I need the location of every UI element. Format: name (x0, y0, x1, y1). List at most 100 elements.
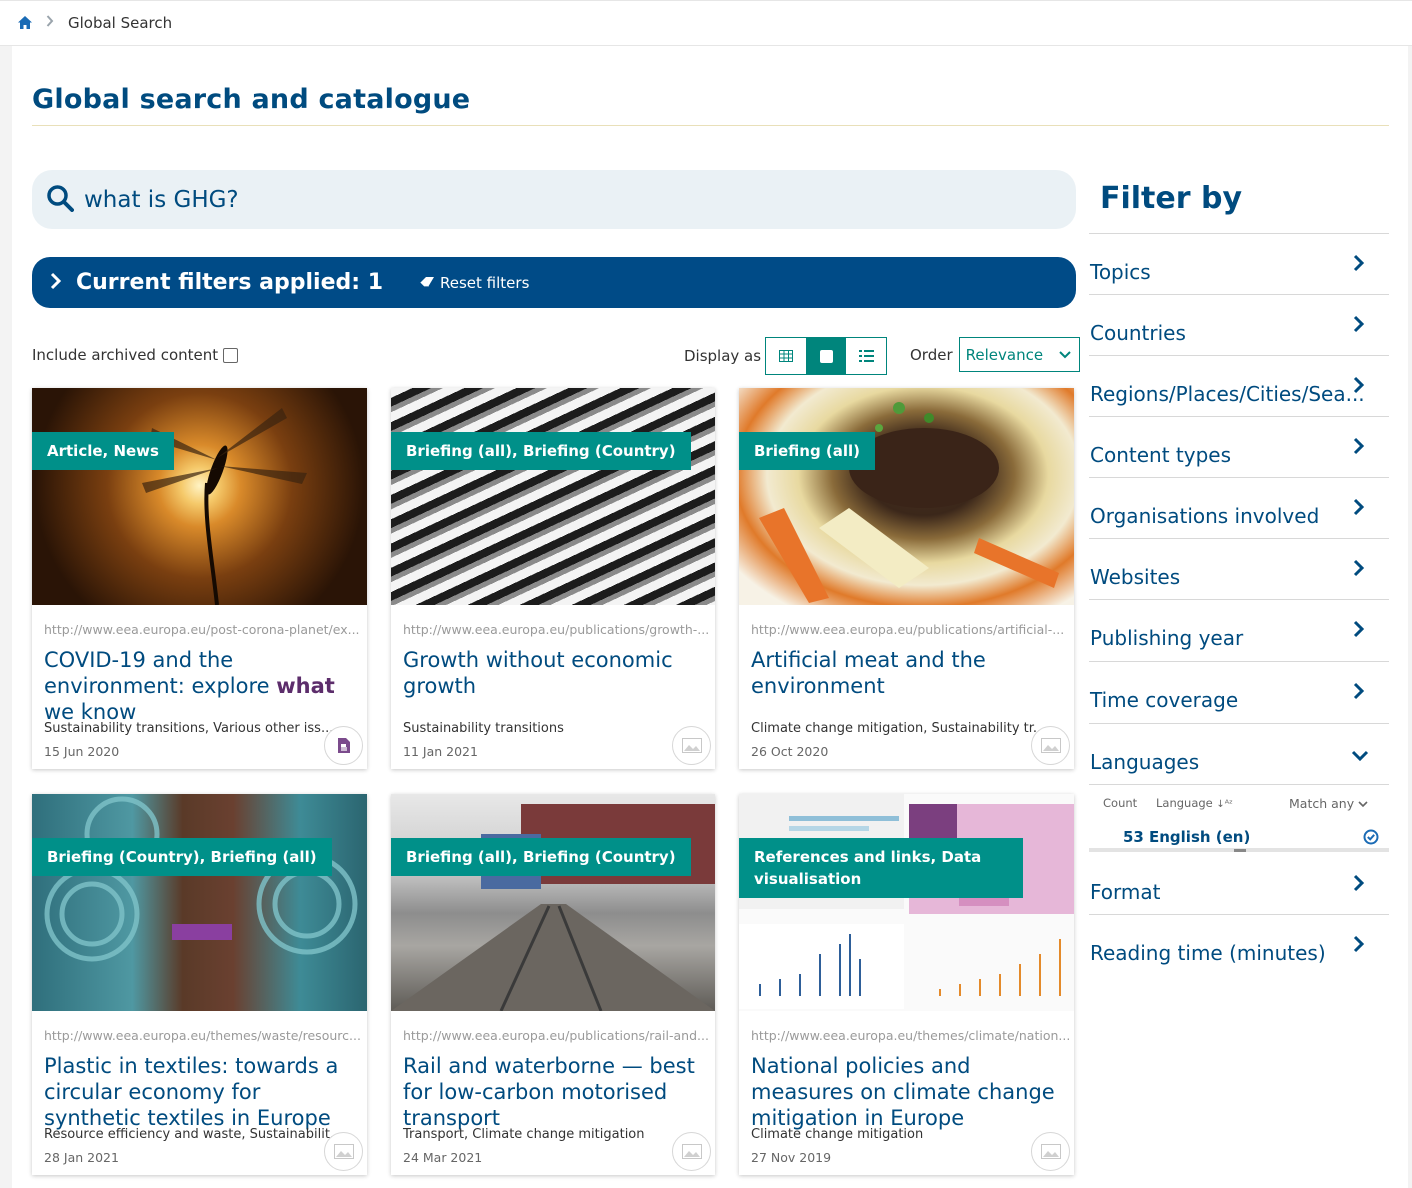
chevron-down-icon (1351, 750, 1369, 762)
title-divider (32, 125, 1389, 126)
result-card[interactable]: Briefing (all), Briefing (Country) http:… (391, 388, 715, 769)
facet-label: Countries (1090, 321, 1186, 345)
card-url: http://www.eea.europa.eu/publications/ra… (403, 1028, 709, 1043)
order-select[interactable]: Relevance (958, 337, 1080, 372)
image-icon (672, 1132, 711, 1171)
search-icon[interactable] (46, 184, 74, 216)
count-header[interactable]: Count (1103, 796, 1137, 810)
card-title[interactable]: Growth without economic growth (403, 647, 703, 699)
facet-label: Publishing year (1090, 626, 1244, 650)
card-url: http://www.eea.europa.eu/publications/gr… (403, 622, 710, 637)
order-value: Relevance (965, 345, 1044, 364)
result-card[interactable]: Briefing (Country), Briefing (all) http:… (32, 794, 367, 1175)
content-type-tag: References and links, Data visualisation (739, 838, 1023, 898)
language-count: 53 (1123, 828, 1144, 846)
facet-format[interactable]: Format (1089, 854, 1389, 915)
chevron-right-icon (1353, 874, 1365, 892)
facet-reading-time[interactable]: Reading time (minutes) (1089, 914, 1389, 974)
match-any-select[interactable]: Match any (1289, 796, 1368, 811)
card-topics: Sustainability transitions (403, 721, 564, 736)
facet-content-types[interactable]: Content types (1089, 416, 1389, 477)
chevron-down-icon (1358, 801, 1368, 808)
chevron-right-icon (1353, 559, 1365, 577)
table-icon (779, 350, 794, 362)
image-icon (672, 726, 711, 765)
image-icon (324, 1132, 363, 1171)
card-title[interactable]: COVID-19 and the environment: explore wh… (44, 647, 359, 725)
card-url: http://www.eea.europa.eu/themes/climate/… (751, 1028, 1071, 1043)
search-query[interactable]: what is GHG? (84, 187, 239, 213)
facet-regions[interactable]: Regions/Places/Cities/Sea... (1089, 355, 1389, 416)
card-title[interactable]: Plastic in textiles: towards a circular … (44, 1053, 359, 1131)
facet-topics[interactable]: Topics (1089, 233, 1389, 294)
sort-icon: ↓ᴬᶻ (1216, 799, 1233, 810)
facet-publishing-year[interactable]: Publishing year (1089, 599, 1389, 660)
page-title: Global search and catalogue (32, 84, 471, 115)
facet-label: Regions/Places/Cities/Sea... (1090, 382, 1365, 406)
facet-label: Content types (1090, 443, 1231, 467)
order-control: Order Relevance (910, 337, 1080, 372)
chevron-right-icon (1353, 437, 1365, 455)
card-image (391, 794, 715, 1012)
image-icon (1031, 726, 1070, 765)
language-header[interactable]: Language ↓ᴬᶻ (1156, 796, 1233, 810)
facet-websites[interactable]: Websites (1089, 538, 1389, 599)
card-title[interactable]: National policies and measures on climat… (751, 1053, 1066, 1131)
language-option-english[interactable]: English (en) (1149, 828, 1250, 846)
home-icon[interactable] (18, 14, 32, 33)
facet-organisations[interactable]: Organisations involved (1089, 477, 1389, 538)
breadcrumb-current: Global Search (68, 14, 173, 32)
facet-label: Format (1090, 880, 1161, 904)
facet-countries[interactable]: Countries (1089, 294, 1389, 355)
content-type-tag: Briefing (Country), Briefing (all) (32, 838, 332, 876)
card-view-button[interactable] (806, 338, 847, 374)
card-date: 15 Jun 2020 (44, 744, 120, 759)
facet-label: Languages (1090, 750, 1200, 774)
list-view-button[interactable] (846, 338, 886, 374)
chevron-right-icon (1353, 254, 1365, 272)
result-card[interactable]: References and links, Data visualisation… (739, 794, 1074, 1175)
scroll-handle[interactable] (1234, 849, 1246, 852)
check-circle-icon[interactable] (1363, 829, 1379, 845)
card-title[interactable]: Artificial meat and the environment (751, 647, 1051, 699)
include-archived-checkbox[interactable] (223, 347, 239, 363)
chevron-right-icon[interactable] (50, 272, 62, 294)
include-archived-label: Include archived content (32, 346, 219, 364)
card-date: 26 Oct 2020 (751, 744, 829, 759)
card-image (32, 388, 367, 606)
content-type-tag: Article, News (32, 432, 174, 470)
result-card[interactable]: Briefing (all) http://www.eea.europa.eu/… (739, 388, 1074, 769)
facet-label: Reading time (minutes) (1090, 941, 1326, 965)
include-archived[interactable]: Include archived content (32, 346, 239, 364)
card-image (391, 388, 715, 605)
languages-divider (1089, 784, 1389, 785)
content-type-tag: Briefing (all), Briefing (Country) (391, 432, 691, 470)
facet-time-coverage[interactable]: Time coverage (1089, 661, 1389, 722)
breadcrumb: Global Search (0, 0, 1412, 46)
card-date: 24 Mar 2021 (403, 1150, 483, 1165)
chevron-right-icon (1353, 498, 1365, 516)
search-input[interactable]: what is GHG? (32, 170, 1076, 229)
facet-languages[interactable]: Languages (1089, 723, 1389, 784)
table-view-button[interactable] (766, 338, 806, 374)
card-date: 28 Jan 2021 (44, 1150, 119, 1165)
chevron-down-icon (1058, 350, 1071, 358)
reset-filters-button[interactable]: Reset filters (419, 274, 529, 292)
facet-label: Time coverage (1090, 688, 1239, 712)
card-topics: Sustainability transitions, Various othe… (44, 721, 334, 736)
result-card[interactable]: Article, News http://www.eea.europa.eu/p… (32, 388, 367, 769)
card-image (32, 794, 367, 1011)
list-icon (858, 350, 874, 362)
content-type-tag: Briefing (all), Briefing (Country) (391, 838, 691, 876)
chevron-right-icon (1353, 376, 1365, 394)
result-card[interactable]: Briefing (all), Briefing (Country) http:… (391, 794, 715, 1175)
eraser-icon (419, 277, 435, 288)
card-title[interactable]: Rail and waterborne — best for low-carbo… (403, 1053, 703, 1131)
current-filters-title[interactable]: Current filters applied: 1 (76, 270, 383, 295)
display-mode-toggle (765, 337, 888, 375)
card-topics: Resource efficiency and waste, Sustainab… (44, 1127, 343, 1142)
reset-filters-label: Reset filters (440, 273, 530, 292)
current-filters-bar[interactable]: Current filters applied: 1 Reset filters (32, 257, 1076, 308)
card-url: http://www.eea.europa.eu/publications/ar… (751, 622, 1065, 637)
order-label: Order (910, 345, 953, 364)
